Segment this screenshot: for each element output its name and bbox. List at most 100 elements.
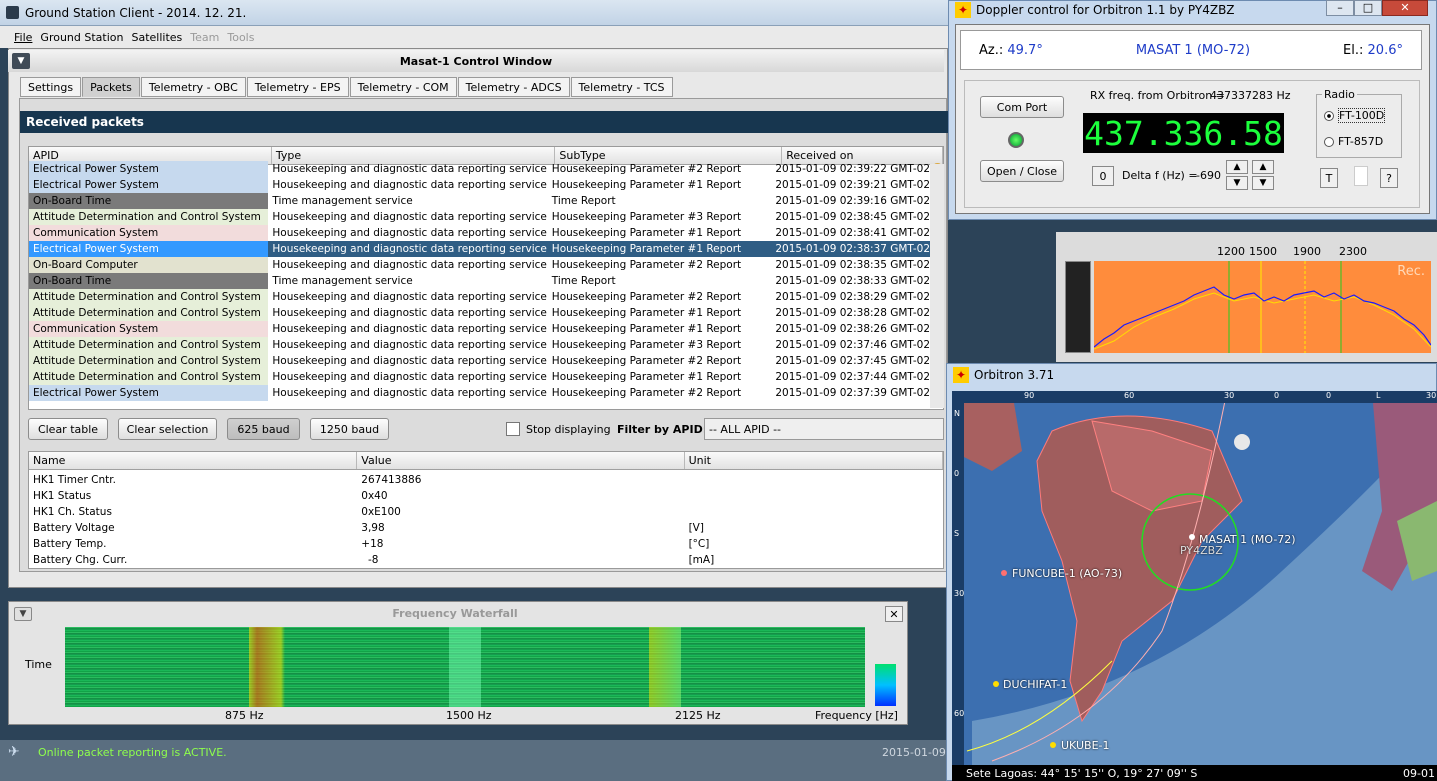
connection-led xyxy=(1008,132,1024,148)
radio-button-icon[interactable] xyxy=(1324,110,1334,121)
table-row[interactable]: On-Board Time Time management service Time… xyxy=(29,193,943,209)
table-row[interactable]: Battery Chg. Curr. -8 [mA] xyxy=(29,552,943,568)
tab-telemetry-obc[interactable]: Telemetry - OBC xyxy=(140,77,246,97)
column-unit[interactable]: Unit xyxy=(685,452,943,469)
table-row[interactable]: HK1 Ch. Status 0xE100 xyxy=(29,504,943,520)
delta-down-icon[interactable]: ▼ xyxy=(1226,176,1248,190)
tab-telemetry-tcs[interactable]: Telemetry - TCS xyxy=(570,77,673,97)
azimuth-value: 49.7° xyxy=(1007,42,1043,58)
t-button[interactable]: T xyxy=(1320,168,1338,188)
table-row[interactable]: Electrical Power System Housekeeping and … xyxy=(29,161,943,177)
zero-button[interactable]: 0 xyxy=(1092,166,1114,186)
tab-telemetry-eps[interactable]: Telemetry - EPS xyxy=(246,77,349,97)
baud-625-button[interactable]: 625 baud xyxy=(227,418,300,440)
radio-ft100d[interactable]: FT-100D xyxy=(1324,108,1386,123)
packet-received: 2015-01-09 02:37:44 GMT-02:00 xyxy=(775,371,930,383)
column-name[interactable]: Name xyxy=(29,452,358,469)
close-icon[interactable]: ✕ xyxy=(1382,0,1428,16)
table-row[interactable]: Electrical Power System Housekeeping and … xyxy=(29,241,943,257)
table-row[interactable]: Attitude Determination and Control Syste… xyxy=(29,289,943,305)
hk-unit xyxy=(685,472,943,488)
table-row[interactable]: HK1 Status 0x40 xyxy=(29,488,943,504)
table-row[interactable]: Attitude Determination and Control Syste… xyxy=(29,353,943,369)
menu-file[interactable]: File xyxy=(14,31,32,44)
table-row[interactable]: Attitude Determination and Control Syste… xyxy=(29,369,943,385)
clear-table-button[interactable]: Clear table xyxy=(28,418,108,440)
table-row[interactable]: Electrical Power System Housekeeping and … xyxy=(29,177,943,193)
lon-tick: 90 xyxy=(1024,391,1035,400)
stop-displaying-checkbox[interactable] xyxy=(506,422,520,436)
delta-up-icon[interactable]: ▲ xyxy=(1226,160,1248,174)
open-close-button[interactable]: Open / Close xyxy=(980,160,1064,182)
spectrum-tick-1500: 1500 xyxy=(1249,245,1277,258)
audio-spectrum: Rec. xyxy=(1094,261,1431,353)
table-row[interactable]: Communication System Housekeeping and dia… xyxy=(29,321,943,337)
waterfall-tick-2125: 2125 Hz xyxy=(675,709,721,722)
radio-ft857d[interactable]: FT-857D xyxy=(1324,135,1383,148)
azimuth: Az.: 49.7° xyxy=(979,43,1043,58)
packet-apid: Attitude Determination and Control Syste… xyxy=(29,353,269,369)
delta-f-label: Delta f (Hz) = xyxy=(1122,169,1198,182)
elevation: El.: 20.6° xyxy=(1343,43,1403,58)
menu-satellites[interactable]: Satellites xyxy=(132,31,183,44)
tab-telemetry-com[interactable]: Telemetry - COM xyxy=(349,77,457,97)
tab-settings[interactable]: Settings xyxy=(20,77,82,97)
table-scrollbar[interactable] xyxy=(930,164,944,408)
spectrum-plot xyxy=(1094,261,1431,353)
maximize-icon[interactable]: □ xyxy=(1354,0,1382,16)
delta-fine-down-icon[interactable]: ▼ xyxy=(1252,176,1274,190)
tab-telemetry-adcs[interactable]: Telemetry - ADCS xyxy=(457,77,570,97)
control-window-title-bar: ▼ Masat-1 Control Window xyxy=(8,50,944,72)
world-map[interactable]: MASAT 1 (MO-72) PY4ZBZ FUNCUBE-1 (AO-73)… xyxy=(952,391,1437,765)
table-row[interactable]: Attitude Determination and Control Syste… xyxy=(29,209,943,225)
delta-fine-up-icon[interactable]: ▲ xyxy=(1252,160,1274,174)
column-value[interactable]: Value xyxy=(357,452,685,469)
tab-packets[interactable]: Packets xyxy=(82,77,140,97)
packet-apid: Attitude Determination and Control Syste… xyxy=(29,289,269,305)
packet-type: Housekeeping and diagnostic data reporti… xyxy=(272,387,547,399)
baud-1250-button[interactable]: 1250 baud xyxy=(310,418,389,440)
table-row[interactable]: Battery Voltage 3,98 [V] xyxy=(29,520,943,536)
table-row[interactable]: HK1 Timer Cntr. 267413886 xyxy=(29,472,943,488)
table-row[interactable]: Attitude Determination and Control Syste… xyxy=(29,337,943,353)
rx-freq-value: 437337283 Hz xyxy=(1210,89,1291,102)
packet-received: 2015-01-09 02:38:37 GMT-02:00 xyxy=(771,241,930,257)
packet-received: 2015-01-09 02:38:33 GMT-02:00 xyxy=(775,275,930,287)
packet-apid: Electrical Power System xyxy=(29,177,269,193)
collapse-icon[interactable]: ▼ xyxy=(12,53,30,69)
packet-apid: Attitude Determination and Control Syste… xyxy=(29,209,269,225)
table-row[interactable]: On-Board Time Time management service Time… xyxy=(29,273,943,289)
menu-ground-station[interactable]: Ground Station xyxy=(40,31,123,44)
sat-label-funcube[interactable]: FUNCUBE-1 (AO-73) xyxy=(1012,567,1122,580)
waterfall-close-icon[interactable]: ✕ xyxy=(885,606,903,622)
packet-subtype: Housekeeping Parameter #1 Report xyxy=(551,179,742,191)
packet-received: 2015-01-09 02:39:22 GMT-02:00 xyxy=(775,163,930,175)
table-row[interactable]: On-Board Computer Housekeeping and diagno… xyxy=(29,257,943,273)
minimize-icon[interactable]: – xyxy=(1326,0,1354,16)
clear-selection-button[interactable]: Clear selection xyxy=(118,418,217,440)
sat-label-ukube[interactable]: UKUBE-1 xyxy=(1061,739,1110,752)
stop-displaying-label: Stop displaying xyxy=(526,423,611,436)
delta-f-value: -690 xyxy=(1196,169,1221,182)
waterfall-y-label: Time xyxy=(25,658,52,671)
com-port-button[interactable]: Com Port xyxy=(980,96,1064,118)
table-row[interactable]: Battery Temp. +18 [°C] xyxy=(29,536,943,552)
hk-unit: [mA] xyxy=(688,554,715,566)
table-row[interactable]: Electrical Power System Housekeeping and … xyxy=(29,385,943,401)
apid-filter-select[interactable]: -- ALL APID -- xyxy=(704,418,944,440)
app-icon xyxy=(6,6,19,19)
azimuth-label: Az.: xyxy=(979,42,1004,58)
sat-label-duchifat[interactable]: DUCHIFAT-1 xyxy=(1003,678,1067,691)
observer-label: PY4ZBZ xyxy=(1180,544,1223,557)
doppler-readout: Az.: 49.7° MASAT 1 (MO-72) El.: 20.6° xyxy=(960,30,1422,70)
housekeeping-rows: HK1 Timer Cntr. 267413886 HK1 Status 0x40 HK… xyxy=(29,472,943,568)
packet-apid: Communication System xyxy=(29,225,269,241)
help-button[interactable]: ? xyxy=(1380,168,1398,188)
lon-tick: 0 xyxy=(1274,391,1280,400)
radio-button-icon[interactable] xyxy=(1324,136,1334,147)
table-row[interactable]: Attitude Determination and Control Syste… xyxy=(29,305,943,321)
map-status-bar: Sete Lagoas: 44° 15' 15'' O, 19° 27' 09'… xyxy=(952,765,1437,781)
packet-rows: Electrical Power System Housekeeping and … xyxy=(29,161,943,401)
table-row[interactable]: Communication System Housekeeping and dia… xyxy=(29,225,943,241)
packet-subtype: Housekeeping Parameter #1 Report xyxy=(547,241,772,257)
